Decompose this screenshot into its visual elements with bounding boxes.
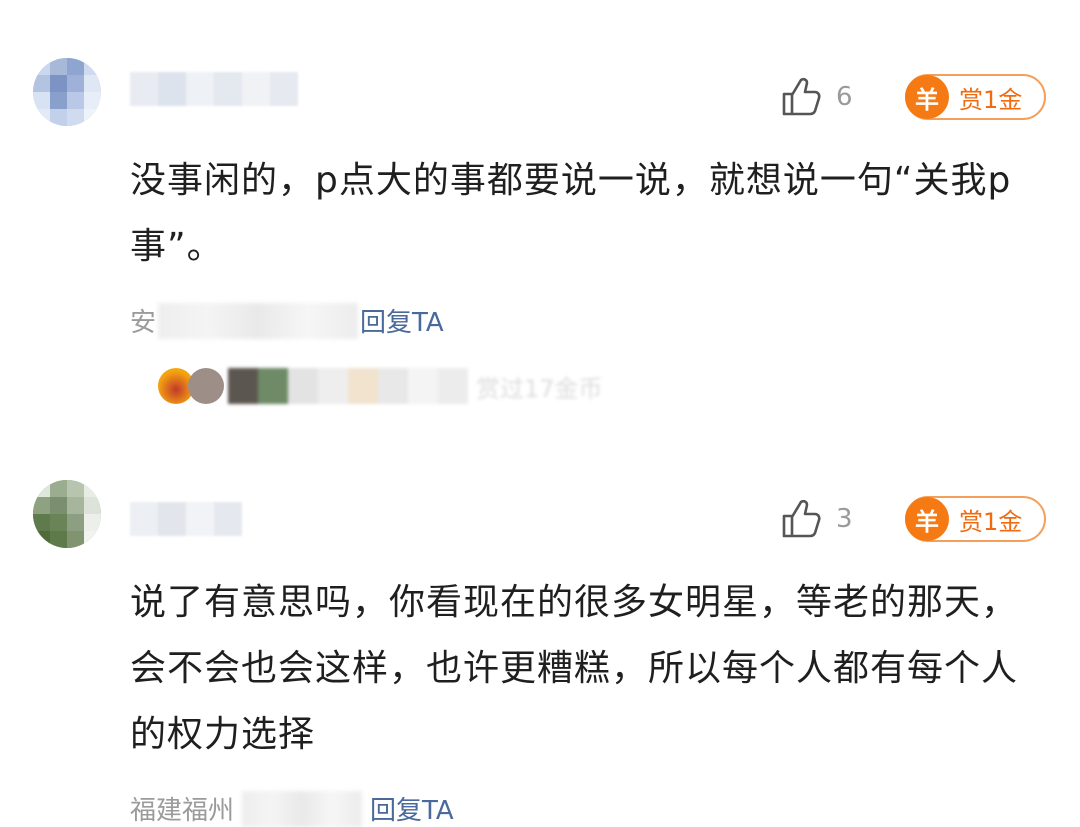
comment-meta: 福建福州 回复TA bbox=[130, 790, 454, 827]
reply-link[interactable]: 回复TA bbox=[370, 790, 454, 827]
like-count: 6 bbox=[836, 82, 853, 112]
location-text: 安 bbox=[130, 308, 157, 338]
thumbs-up-icon bbox=[782, 77, 821, 116]
coin-icon: 羊 bbox=[905, 497, 949, 541]
location-text: 福建福州 bbox=[130, 796, 235, 826]
like-button[interactable]: 6 bbox=[778, 74, 853, 120]
avatar[interactable] bbox=[33, 480, 101, 548]
reward-summary[interactable]: 赏过17金币 bbox=[158, 368, 603, 404]
like-button[interactable]: 3 bbox=[778, 496, 853, 542]
like-count: 3 bbox=[836, 504, 853, 534]
comment-text: 说了有意思吗，你看现在的很多女明星，等老的那天，会不会也会这样，也许更糟糕，所以… bbox=[130, 582, 1019, 755]
reward-user-avatar bbox=[188, 368, 224, 404]
meta-blurred bbox=[242, 790, 363, 827]
reply-link[interactable]: 回复TA bbox=[360, 302, 444, 339]
comment-text: 没事闲的，p点大的事都要说一说，就想说一句“关我p事”。 bbox=[130, 160, 1012, 267]
coin-icon: 羊 bbox=[905, 75, 949, 119]
username-blurred[interactable] bbox=[130, 72, 298, 106]
comment-item: 6 羊 赏1金 没事闲的，p点大的事都要说一说，就想说一句“关我p事”。 安 回… bbox=[0, 0, 1080, 440]
avatar[interactable] bbox=[33, 58, 101, 126]
reward-button[interactable]: 羊 赏1金 bbox=[905, 496, 1046, 542]
reward-label: 赏1金 bbox=[959, 85, 1023, 114]
reward-button[interactable]: 羊 赏1金 bbox=[905, 74, 1046, 120]
meta-blurred bbox=[158, 302, 359, 339]
reward-summary-blurred bbox=[228, 368, 468, 404]
comment-item: 3 羊 赏1金 说了有意思吗，你看现在的很多女明星，等老的那天，会不会也会这样，… bbox=[0, 440, 1080, 827]
reward-label: 赏1金 bbox=[959, 507, 1023, 536]
username-blurred[interactable] bbox=[130, 502, 242, 536]
thumbs-up-icon bbox=[782, 499, 821, 538]
comment-meta: 安 回复TA bbox=[130, 302, 444, 339]
reward-summary-text: 赏过17金币 bbox=[476, 374, 603, 403]
